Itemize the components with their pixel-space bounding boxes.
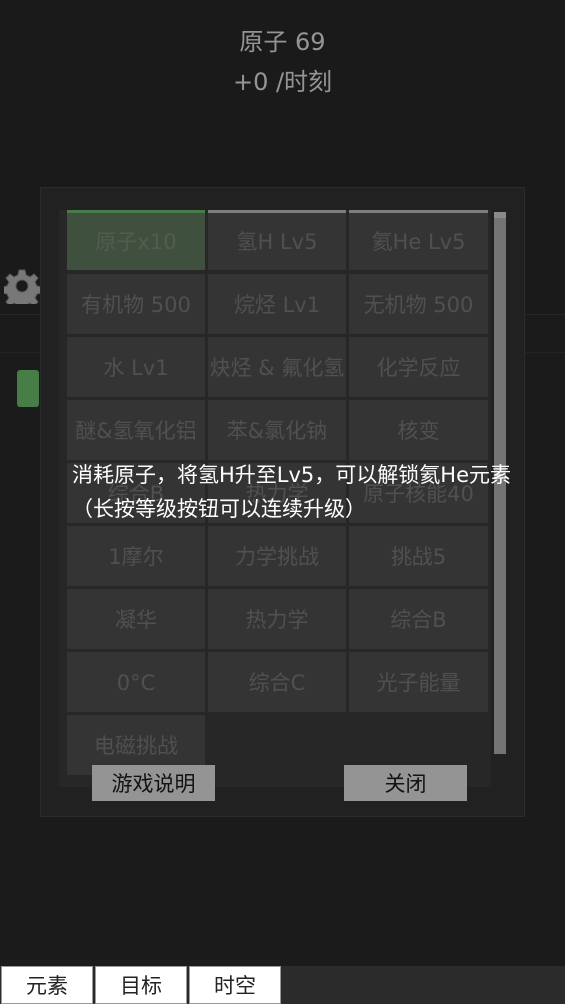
side-indicator[interactable] — [17, 370, 39, 407]
tooltip-text: 消耗原子，将氢H升至Lv5，可以解锁氦He元素（长按等级按钮可以连续升级） — [72, 463, 511, 521]
tab-elements[interactable]: 元素 — [1, 966, 93, 1004]
upgrade-cell[interactable]: 核变 — [349, 400, 488, 460]
upgrade-cell[interactable]: 挑战5 — [349, 526, 488, 586]
upgrade-cell[interactable]: 水 Lv1 — [67, 337, 205, 397]
upgrade-cell[interactable]: 苯&氯化钠 — [208, 400, 346, 460]
help-button[interactable]: 游戏说明 — [92, 765, 215, 801]
close-button[interactable]: 关闭 — [344, 765, 467, 801]
upgrade-cell[interactable]: 有机物 500 — [67, 274, 205, 334]
upgrade-cell[interactable]: 综合C — [208, 652, 346, 712]
upgrade-cell[interactable]: 烷烃 Lv1 — [208, 274, 346, 334]
atoms-counter: 原子 69 — [239, 28, 326, 56]
atoms-rate: +0 /时刻 — [232, 68, 333, 96]
upgrade-cell[interactable]: 力学挑战 — [208, 526, 346, 586]
upgrade-cell[interactable]: 光子能量 — [349, 652, 488, 712]
upgrade-cell[interactable]: 0°C — [67, 652, 205, 712]
upgrade-cell[interactable]: 氦He Lv5 — [349, 210, 488, 270]
tab-spacetime[interactable]: 时空 — [189, 966, 281, 1004]
scrollbar-thumb[interactable] — [494, 212, 506, 218]
upgrade-cell[interactable]: 氢H Lv5 — [208, 210, 346, 270]
upgrade-cell[interactable]: 无机物 500 — [349, 274, 488, 334]
upgrade-cell[interactable]: 热力学 — [208, 589, 346, 649]
tab-goals[interactable]: 目标 — [95, 966, 187, 1004]
upgrade-cell[interactable]: 原子x10 — [67, 210, 205, 270]
settings-gear-icon[interactable] — [1, 268, 43, 311]
upgrade-cell[interactable]: 炔烃 & 氟化氢 — [208, 337, 346, 397]
upgrade-cell[interactable]: 醚&氢氧化铝 — [67, 400, 205, 460]
upgrade-cell[interactable]: 化学反应 — [349, 337, 488, 397]
upgrade-cell[interactable]: 凝华 — [67, 589, 205, 649]
upgrade-cell[interactable]: 1摩尔 — [67, 526, 205, 586]
upgrade-cell[interactable]: 综合B — [349, 589, 488, 649]
